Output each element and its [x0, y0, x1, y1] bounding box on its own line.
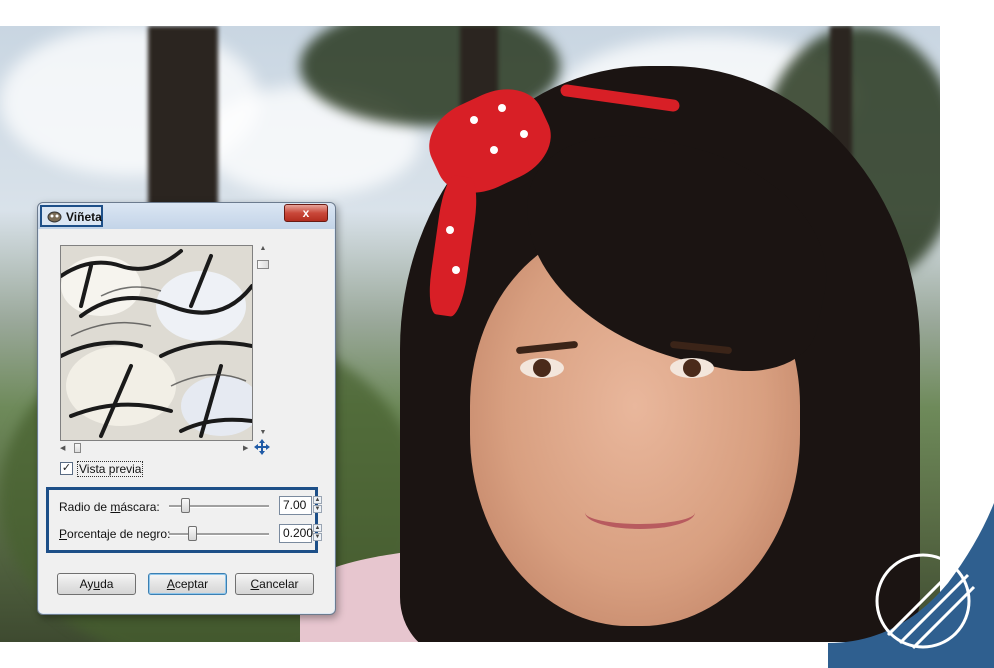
help-button[interactable]: Ayuda	[57, 573, 136, 595]
mask-radius-slider-thumb[interactable]	[181, 498, 190, 513]
black-percentage-label: Porcentaje de negro:	[59, 527, 171, 541]
preview-checkbox-label[interactable]: Vista previa	[77, 461, 144, 477]
spin-down-icon[interactable]: ▼	[313, 533, 322, 541]
vineta-dialog: Viñeta x ▲ ▼ ◀ ▶ ✓ Vista previa Radio de…	[37, 202, 336, 615]
black-percentage-spinner[interactable]: ▲ ▼	[313, 524, 323, 543]
cancel-button[interactable]: Cancelar	[235, 573, 314, 595]
gimp-app-icon	[47, 211, 62, 223]
spin-up-icon[interactable]: ▲	[313, 524, 322, 532]
title-highlight: Viñeta	[40, 205, 103, 227]
black-percentage-input[interactable]: 0.200	[279, 524, 313, 543]
scroll-right-icon[interactable]: ▶	[243, 444, 248, 452]
black-percentage-slider-thumb[interactable]	[188, 526, 197, 541]
dialog-title: Viñeta	[66, 210, 102, 224]
scroll-up-icon[interactable]: ▲	[259, 245, 267, 253]
horizontal-scroll-thumb[interactable]	[74, 443, 81, 453]
gimp-badge	[828, 503, 994, 668]
ok-button[interactable]: Aceptar	[148, 573, 227, 595]
mask-radius-input[interactable]: 7.00	[279, 496, 312, 515]
navigate-icon[interactable]	[254, 439, 270, 455]
parameters-highlight: Radio de máscara: 7.00 ▲ ▼ Porcentaje de…	[46, 487, 322, 553]
spin-down-icon[interactable]: ▼	[313, 505, 322, 513]
preview-vertical-scrollbar[interactable]: ▲ ▼	[257, 245, 269, 439]
vertical-scroll-thumb[interactable]	[257, 260, 269, 269]
black-percentage-slider[interactable]	[169, 533, 269, 536]
title-bar[interactable]: Viñeta x	[38, 203, 335, 229]
preview-image	[60, 245, 253, 441]
scroll-left-icon[interactable]: ◀	[60, 444, 65, 452]
close-button[interactable]: x	[284, 204, 328, 222]
mask-radius-label: Radio de máscara:	[59, 500, 160, 514]
scroll-down-icon[interactable]: ▼	[259, 429, 267, 437]
mask-radius-spinner[interactable]: ▲ ▼	[313, 496, 323, 515]
spin-up-icon[interactable]: ▲	[313, 496, 322, 504]
preview-horizontal-scrollbar[interactable]: ◀ ▶	[60, 443, 251, 453]
preview-checkbox[interactable]: ✓	[60, 462, 73, 475]
